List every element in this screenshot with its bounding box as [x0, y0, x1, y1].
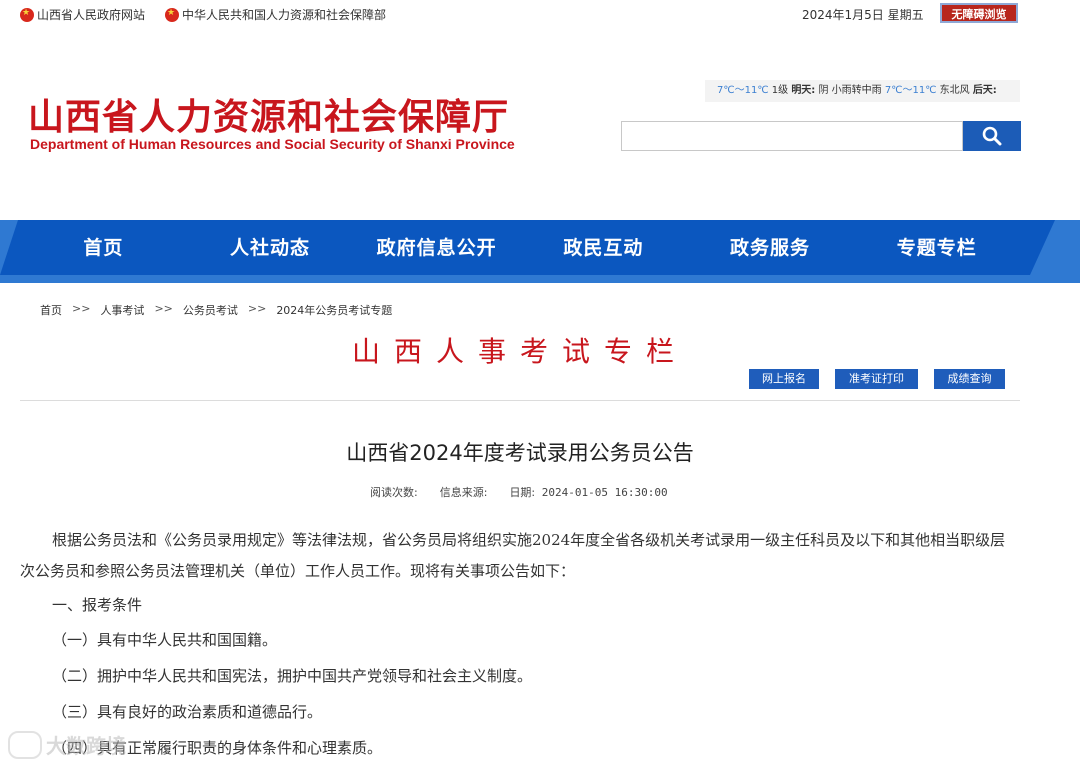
national-emblem-icon: [165, 7, 179, 22]
watermark-logo-icon: [8, 730, 42, 759]
search-input[interactable]: [621, 121, 963, 151]
nav-news[interactable]: 人社动态: [187, 220, 354, 275]
breadcrumb: 首页 >> 人事考试 >> 公务员考试 >> 2024年公务员考试专题: [40, 302, 392, 318]
current-date: 2024年1月5日 星期五: [802, 8, 924, 22]
shanxi-gov-link[interactable]: 山西省人民政府网站: [20, 6, 145, 23]
site-logo-title[interactable]: 山西省人力资源和社会保障厅: [28, 88, 509, 140]
nav-topics[interactable]: 专题专栏: [853, 220, 1020, 275]
nav-interaction[interactable]: 政民互动: [520, 220, 687, 275]
weather-after-label: 后天:: [972, 85, 997, 96]
divider: [20, 400, 1020, 401]
site-logo-subtitle: Department of Human Resources and Social…: [30, 136, 515, 152]
weather-today-wind: 1级: [771, 85, 789, 96]
meta-reads: 阅读次数:: [370, 486, 418, 499]
accessibility-button[interactable]: 无障碍浏览: [940, 3, 1018, 23]
breadcrumb-civil-servant-exam[interactable]: 公务员考试: [183, 302, 238, 318]
nav-services[interactable]: 政务服务: [687, 220, 854, 275]
breadcrumb-separator: >>: [247, 302, 267, 315]
weather-tomorrow-wind: 东北风: [939, 85, 970, 96]
mohrss-link-label: 中华人民共和国人力资源和社会保障部: [182, 8, 387, 22]
breadcrumb-2024-topic[interactable]: 2024年公务员考试专题: [276, 302, 392, 318]
watermark: 大数跨境: [8, 730, 126, 759]
search-button[interactable]: [963, 121, 1021, 151]
admission-ticket-button[interactable]: 准考证打印: [835, 369, 918, 389]
main-nav: 首页 人社动态 政府信息公开 政民互动 政务服务 专题专栏: [0, 220, 1080, 283]
nav-home[interactable]: 首页: [20, 220, 187, 275]
weather-today-temp: 7℃～11℃: [717, 85, 769, 96]
search-icon: [982, 126, 1002, 146]
meta-date: 2024-01-05 16:30:00: [541, 486, 668, 499]
mohrss-link[interactable]: 中华人民共和国人力资源和社会保障部: [165, 6, 386, 23]
article-item: （二）拥护中华人民共和国宪法，拥护中国共产党领导和社会主义制度。: [52, 667, 533, 685]
breadcrumb-separator: >>: [154, 302, 173, 315]
breadcrumb-home[interactable]: 首页: [40, 302, 62, 318]
column-title: 山西人事考试专栏: [351, 335, 688, 368]
watermark-text: 大数跨境: [46, 734, 126, 758]
weather-widget: 7℃～11℃ 1级 明天: 阴 小雨转中雨 7℃～11℃ 东北风 后天:: [705, 80, 1020, 102]
breadcrumb-separator: >>: [72, 302, 91, 315]
article-title: 山西省2024年度考试录用公务员公告: [346, 441, 694, 465]
breadcrumb-personnel-exam[interactable]: 人事考试: [100, 302, 144, 318]
weather-tomorrow-cond: 阴 小雨转中雨: [818, 85, 882, 96]
meta-source: 信息来源:: [439, 486, 488, 499]
article-paragraph: 根据公务员法和《公务员录用规定》等法律法规，省公务员局将组织实施2024年度全省…: [20, 531, 1006, 580]
section-heading: 一、报考条件: [52, 596, 143, 614]
online-registration-button[interactable]: 网上报名: [749, 369, 819, 389]
meta-date-label: 日期:: [509, 486, 536, 499]
article-meta: 阅读次数: 信息来源: 日期: 2024-01-05 16:30:00: [370, 484, 668, 500]
article-item: （三）具有良好的政治素质和道德品行。: [52, 703, 323, 721]
score-query-button[interactable]: 成绩查询: [934, 369, 1005, 389]
national-emblem-icon: [20, 7, 34, 22]
nav-gov-info[interactable]: 政府信息公开: [353, 220, 520, 275]
weather-tomorrow-temp: 7℃～11℃: [884, 85, 937, 96]
top-bar: 山西省人民政府网站 中华人民共和国人力资源和社会保障部 2024年1月5日 星期…: [0, 0, 1080, 30]
article-item: （一）具有中华人民共和国国籍。: [52, 631, 278, 649]
weather-tomorrow-label: 明天:: [791, 85, 816, 96]
shanxi-gov-link-label: 山西省人民政府网站: [37, 8, 146, 22]
